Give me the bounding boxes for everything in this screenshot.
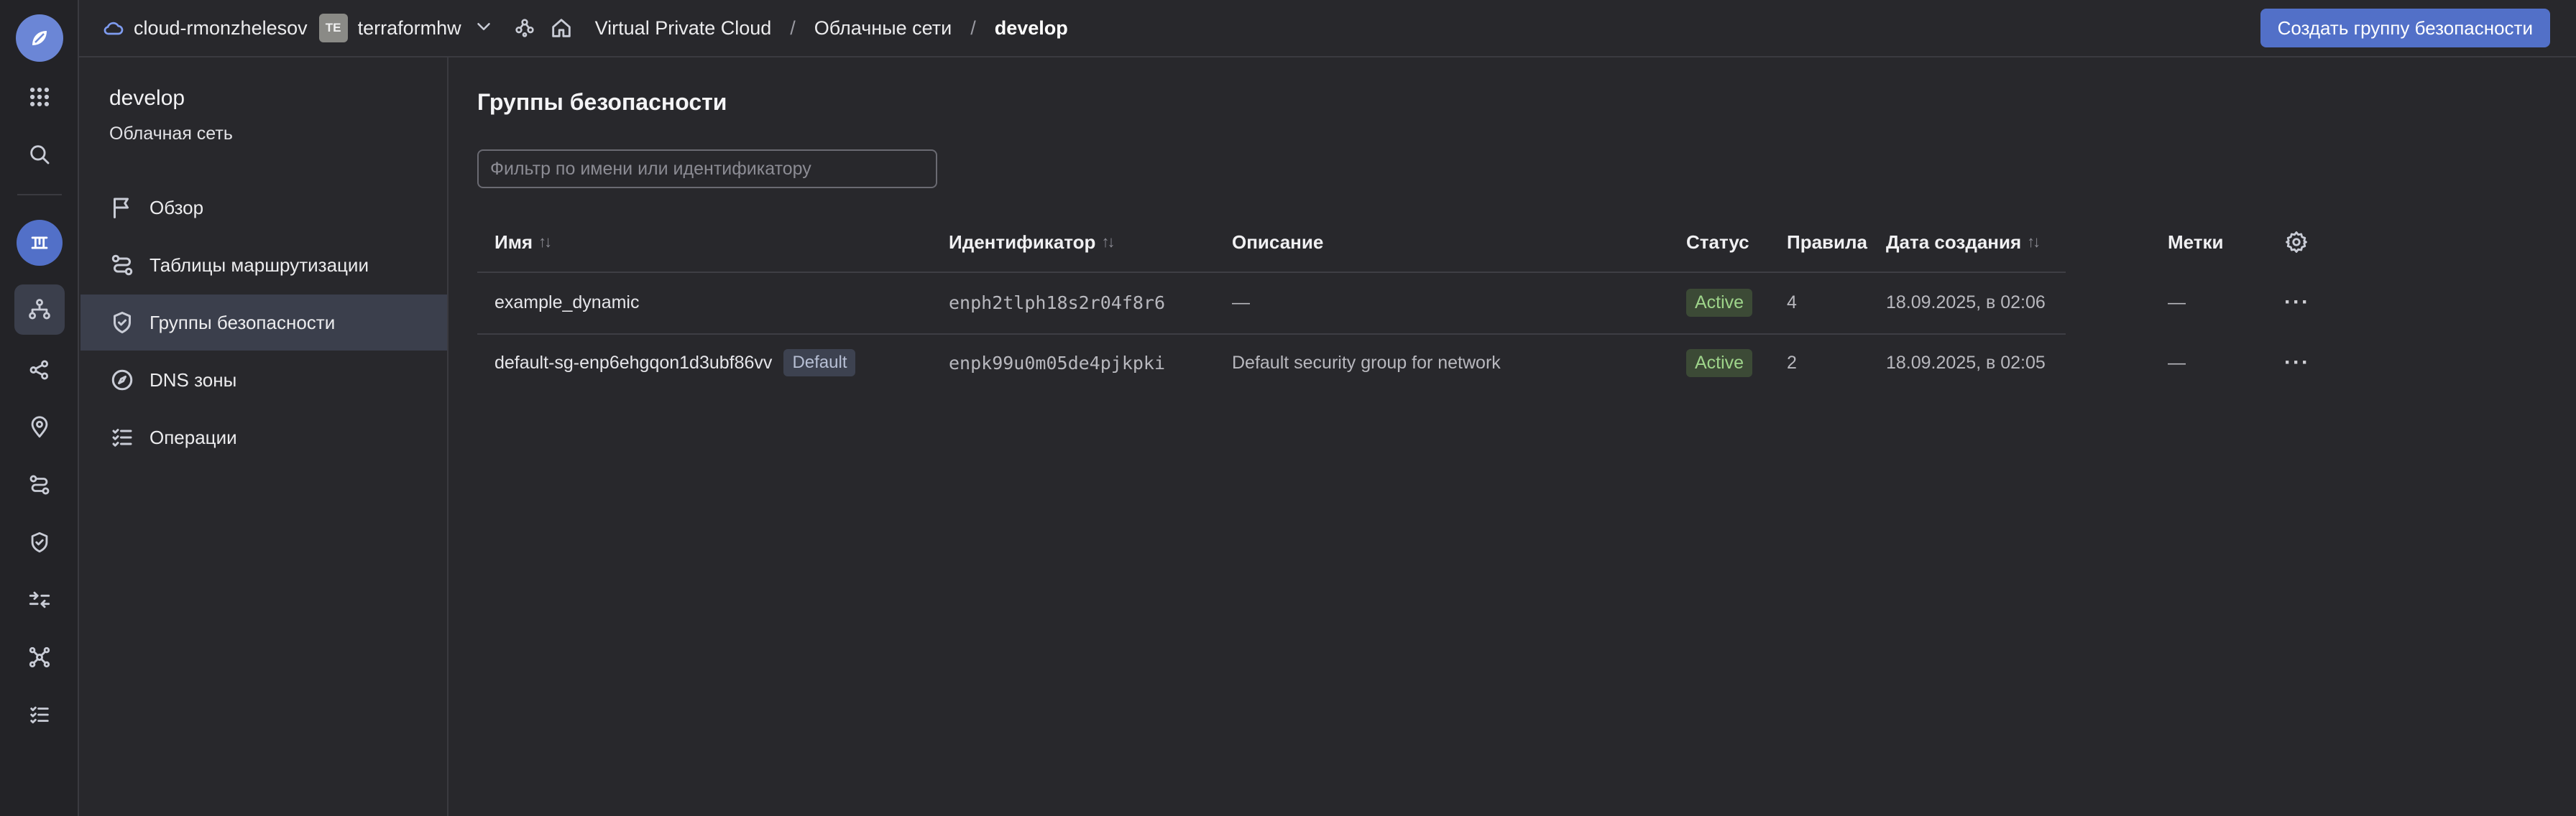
cell-labels: — — [2168, 292, 2186, 312]
search-icon[interactable] — [14, 129, 65, 180]
column-header-label: Идентификатор — [949, 231, 1096, 253]
security-group-name[interactable]: example_dynamic — [494, 292, 640, 313]
subnav-item-label: Группы безопасности — [150, 311, 336, 333]
subnets-icon[interactable] — [14, 345, 65, 395]
network-subtitle: Облачная сеть — [109, 124, 233, 144]
subnav-item-operations[interactable]: Операции — [80, 409, 447, 465]
flag-icon — [114, 198, 129, 218]
column-header-status: Статус — [1686, 213, 1749, 272]
column-header-label: Имя — [494, 231, 533, 253]
subnav-item-routing-tables[interactable]: Таблицы маршрутизации — [80, 237, 447, 293]
subnav-item-label: Таблицы маршрутизации — [150, 254, 369, 276]
breadcrumb-current: develop — [994, 17, 1068, 39]
cell-status: Active — [1686, 273, 1753, 332]
subnav-item-label: Обзор — [150, 196, 204, 218]
default-badge: Default — [783, 349, 856, 376]
yandex-cloud-logo-icon[interactable] — [16, 14, 63, 62]
column-header-label: Описание — [1232, 231, 1324, 253]
create-security-group-button[interactable]: Создать группу безопасности — [2260, 9, 2550, 47]
gateways-icon[interactable] — [14, 575, 65, 625]
breadcrumb: Virtual Private Cloud / Облачные сети / … — [595, 17, 1068, 40]
column-header-label: Статус — [1686, 231, 1749, 253]
column-header-label: Дата создания — [1886, 231, 2022, 253]
status-badge: Active — [1686, 348, 1753, 377]
ip-addresses-icon[interactable] — [14, 402, 65, 453]
subnav-item-label: DNS зоны — [150, 368, 237, 391]
sort-icon[interactable]: ↑↓ — [2027, 233, 2041, 251]
security-group-name[interactable]: default-sg-enp6ehgqon1d3ubf86vv — [494, 353, 772, 374]
cell-id: enph2tlph18s2r04f8r6 — [949, 292, 1166, 313]
column-header-label: Метки — [2168, 231, 2224, 253]
row-actions-menu-icon[interactable]: ··· — [2284, 273, 2310, 332]
network-title: develop — [109, 86, 185, 110]
column-header-label: Правила — [1787, 231, 1867, 253]
cell-description: — — [1232, 292, 1250, 312]
cell-name[interactable]: example_dynamic — [494, 273, 640, 332]
breadcrumb-separator: / — [970, 17, 976, 39]
route-icon — [111, 254, 133, 276]
column-header-name[interactable]: Имя ↑↓ — [494, 213, 552, 272]
service-hub-icon[interactable] — [513, 17, 536, 40]
cell-created: 18.09.2025, в 02:05 — [1886, 352, 2046, 373]
breadcrumb-cloud-networks[interactable]: Облачные сети — [814, 17, 952, 40]
top-bar: cloud-rmonzhelesov TE terraformhw Virtua… — [79, 0, 2576, 57]
column-header-id[interactable]: Идентификатор ↑↓ — [949, 213, 1115, 272]
column-header-description: Описание — [1232, 213, 1323, 272]
network-subnav: develop Облачная сеть Обзор Таблицы марш… — [80, 57, 448, 816]
cell-status: Active — [1686, 333, 1753, 392]
table-settings-gear-icon[interactable] — [2284, 230, 2309, 258]
left-rail — [0, 0, 79, 816]
column-header-created[interactable]: Дата создания ↑↓ — [1886, 213, 2041, 272]
subnav-item-overview[interactable]: Обзор — [80, 180, 447, 236]
column-header-rules: Правила — [1787, 213, 1867, 272]
column-header-labels: Метки — [2168, 213, 2224, 272]
sort-icon[interactable]: ↑↓ — [1101, 233, 1115, 251]
network-topology-icon[interactable] — [14, 632, 65, 682]
subnav-item-security-groups[interactable]: Группы безопасности — [80, 295, 447, 351]
all-services-icon[interactable] — [14, 72, 65, 122]
status-badge: Active — [1686, 288, 1753, 317]
main-content: Группы безопасности Имя ↑↓ Идентификатор… — [450, 57, 2576, 816]
routing-tables-icon[interactable] — [14, 460, 65, 510]
operations-icon[interactable] — [14, 690, 65, 740]
cell-description: Default security group for network — [1232, 352, 1501, 373]
cell-rules: 4 — [1787, 292, 1797, 312]
cell-name[interactable]: default-sg-enp6ehgqon1d3ubf86vv Default — [494, 333, 856, 392]
cell-created: 18.09.2025, в 02:06 — [1886, 292, 2046, 312]
breadcrumb-separator: / — [790, 17, 796, 39]
table-row[interactable]: example_dynamic enph2tlph18s2r04f8r6 — A… — [477, 273, 2309, 332]
chevron-down-icon[interactable] — [473, 16, 494, 41]
cloud-networks-icon[interactable] — [14, 284, 65, 335]
vpc-service-icon[interactable] — [17, 220, 63, 266]
subnav-item-dns-zones[interactable]: DNS зоны — [80, 352, 447, 408]
list-check-icon — [112, 429, 132, 447]
row-actions-menu-icon[interactable]: ··· — [2284, 333, 2310, 392]
page-title: Группы безопасности — [477, 89, 727, 115]
rail-divider — [17, 194, 62, 195]
filter-input[interactable] — [477, 149, 937, 188]
cell-id: enpk99u0m05de4pjkpki — [949, 352, 1166, 374]
cell-rules: 2 — [1787, 352, 1797, 373]
table-row[interactable]: default-sg-enp6ehgqon1d3ubf86vv Default … — [477, 333, 2309, 392]
subnav-item-label: Операции — [150, 426, 237, 448]
security-groups-icon[interactable] — [14, 517, 65, 567]
shield-icon — [114, 312, 131, 333]
cloud-selector[interactable]: cloud-rmonzhelesov — [102, 17, 308, 40]
compass-icon — [111, 369, 133, 391]
cloud-name: cloud-rmonzhelesov — [134, 17, 308, 39]
folder-name[interactable]: terraformhw — [358, 17, 461, 40]
home-icon[interactable] — [549, 16, 574, 40]
folder-avatar: TE — [318, 14, 348, 42]
cell-labels: — — [2168, 352, 2186, 373]
sort-icon[interactable]: ↑↓ — [538, 233, 552, 251]
breadcrumb-vpc[interactable]: Virtual Private Cloud — [595, 17, 772, 40]
